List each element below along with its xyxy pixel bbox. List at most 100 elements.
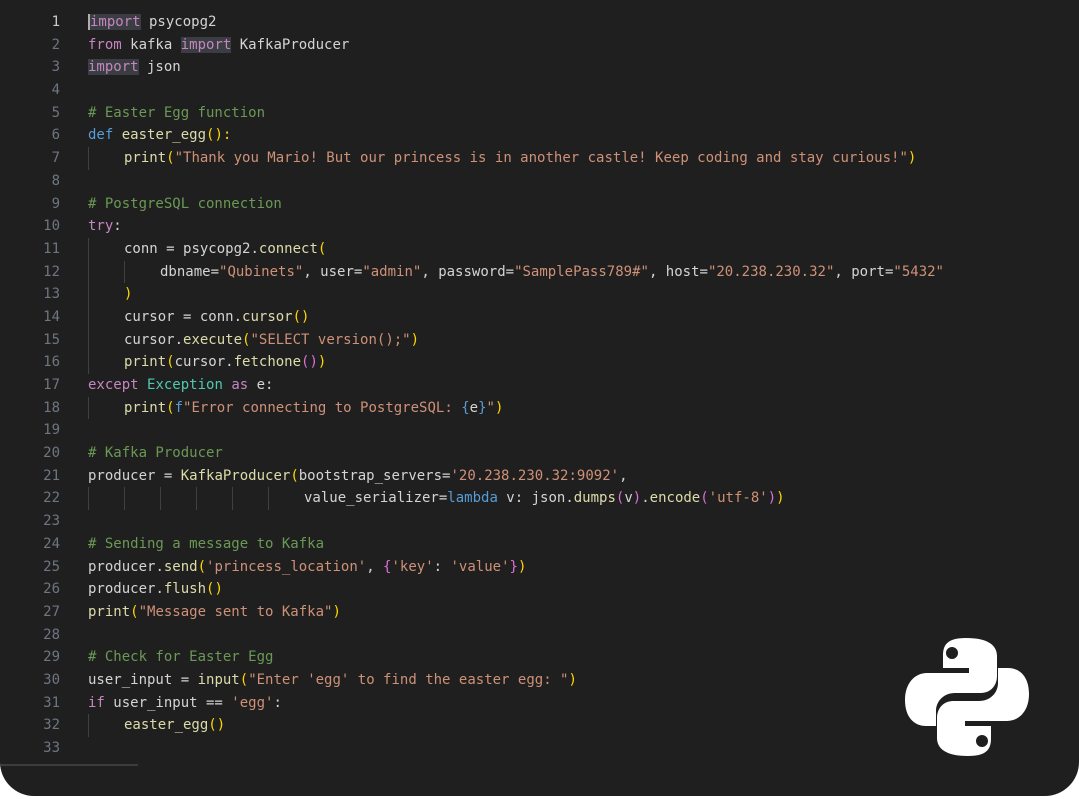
code-line[interactable]: 13) bbox=[0, 283, 1079, 306]
line-content: conn = psycopg2.connect( bbox=[124, 238, 326, 261]
code-line[interactable]: 9 # PostgreSQL connection bbox=[0, 193, 1079, 216]
code-line[interactable]: 15 cursor.execute("SELECT version();") bbox=[0, 328, 1079, 352]
code-line[interactable]: 5 # Easter Egg function bbox=[0, 102, 1079, 125]
code-token: # Check for Easter Egg bbox=[88, 649, 274, 666]
line-number: 5 bbox=[51, 104, 60, 121]
code-token: '20.238.230.32:9092' bbox=[450, 467, 620, 484]
line-number: 24 bbox=[43, 535, 60, 552]
code-token: KafkaProducer bbox=[231, 36, 350, 53]
code-token: . bbox=[225, 354, 234, 371]
code-line[interactable]: 7 print("Thank you Mario! But our princes… bbox=[0, 147, 1079, 170]
line-content: producer = KafkaProducer(bootstrap_serve… bbox=[88, 465, 628, 488]
code-editor[interactable]: 1 import psycopg2 2 from kafka import Kafka… bbox=[0, 0, 1079, 796]
code-line[interactable]: 16 print(cursor.fetchone()) bbox=[0, 351, 1079, 374]
code-line[interactable]: 12 dbname="Qubinets", user="admin", passw… bbox=[0, 260, 1079, 284]
code-token: kafka bbox=[121, 36, 181, 53]
code-token: = bbox=[157, 240, 184, 257]
indent-guide bbox=[88, 260, 89, 284]
indent-guide bbox=[88, 283, 89, 306]
code-line[interactable]: 24 # Sending a message to Kafka bbox=[0, 533, 1079, 556]
code-token: encode bbox=[649, 490, 701, 507]
code-token: user_input bbox=[88, 671, 173, 688]
code-token: () bbox=[292, 308, 310, 325]
code-token: ( bbox=[166, 399, 175, 416]
code-token: : bbox=[113, 218, 122, 235]
code-line[interactable]: 22 value_serializer=lambda v: json.dumps(… bbox=[0, 487, 1079, 511]
horizontal-scrollbar[interactable] bbox=[0, 764, 138, 766]
code-line[interactable]: 18 print(f"Error connecting to PostgreSQL… bbox=[0, 396, 1079, 420]
code-line[interactable]: 20 # Kafka Producer bbox=[0, 442, 1079, 465]
code-line[interactable]: 27 print("Message sent to Kafka") bbox=[0, 601, 1079, 624]
line-number: 7 bbox=[51, 150, 60, 167]
line-number: 8 bbox=[51, 172, 60, 189]
line-number: 11 bbox=[43, 240, 60, 257]
code-line[interactable]: 25 producer.send('princess_location', {'k… bbox=[0, 556, 1079, 579]
code-token: e: bbox=[248, 377, 274, 393]
indent-guide bbox=[160, 487, 161, 511]
code-token: # Kafka Producer bbox=[88, 445, 223, 462]
line-number: 28 bbox=[43, 626, 60, 643]
line-content: producer.flush() bbox=[88, 578, 223, 601]
code-line[interactable]: 14 cursor = conn.cursor() bbox=[0, 305, 1079, 329]
code-line[interactable]: 21 producer = KafkaProducer(bootstrap_ser… bbox=[0, 465, 1079, 488]
line-content: # Easter Egg function bbox=[88, 102, 265, 125]
code-token: ) bbox=[767, 490, 777, 507]
line-content: cursor = conn.cursor() bbox=[124, 306, 309, 329]
code-token: , bbox=[421, 263, 439, 280]
line-number: 22 bbox=[43, 490, 60, 507]
line-number: 3 bbox=[51, 59, 60, 76]
code-token: import bbox=[88, 14, 141, 30]
code-line[interactable]: 10 try: bbox=[0, 215, 1079, 238]
line-number: 32 bbox=[43, 717, 60, 734]
code-token: input bbox=[197, 671, 240, 688]
line-number: 21 bbox=[43, 467, 60, 484]
code-line[interactable]: 26 producer.flush() bbox=[0, 578, 1079, 601]
code-token: conn bbox=[124, 240, 158, 257]
indent-guide bbox=[268, 487, 269, 511]
code-token: user_input == bbox=[104, 694, 232, 711]
code-token: connect bbox=[258, 240, 318, 257]
code-line[interactable]: 8 bbox=[0, 170, 1079, 193]
code-token: . bbox=[155, 558, 164, 575]
code-token: . bbox=[233, 308, 243, 325]
indent-guide bbox=[88, 396, 89, 420]
code-line[interactable]: 2 from kafka import KafkaProducer bbox=[0, 34, 1079, 57]
indent-guide bbox=[124, 487, 125, 511]
code-line[interactable]: 4 bbox=[0, 79, 1079, 102]
code-token: port bbox=[851, 263, 885, 280]
code-line[interactable]: 11 conn = psycopg2.connect( bbox=[0, 237, 1079, 261]
line-content: import json bbox=[88, 56, 181, 79]
indent-guide bbox=[88, 237, 89, 261]
code-line[interactable]: 1 import psycopg2 bbox=[0, 11, 1079, 34]
code-token: , bbox=[303, 263, 321, 280]
line-content: # PostgreSQL connection bbox=[88, 193, 282, 216]
code-token: ( bbox=[166, 354, 175, 371]
line-number: 13 bbox=[43, 286, 60, 303]
code-token: flush bbox=[163, 581, 207, 598]
code-token: 'key' bbox=[391, 558, 434, 575]
code-token: lambda bbox=[447, 490, 498, 507]
code-line[interactable]: 6 def easter_egg(): bbox=[0, 124, 1079, 147]
code-token: } bbox=[478, 399, 487, 416]
code-line[interactable]: 17 except Exception as e: bbox=[0, 374, 1079, 397]
code-token: ) bbox=[410, 331, 420, 348]
line-number: 9 bbox=[51, 195, 60, 212]
code-token: ( bbox=[700, 490, 709, 507]
code-token: ) bbox=[632, 490, 642, 507]
code-line[interactable]: 3 import json bbox=[0, 56, 1079, 79]
line-content: value_serializer=lambda v: json.dumps(v)… bbox=[304, 487, 785, 510]
code-token: = bbox=[155, 467, 181, 484]
code-line[interactable]: 23 bbox=[0, 510, 1079, 533]
indent-guide bbox=[88, 351, 89, 374]
code-token: , bbox=[834, 263, 852, 280]
code-token: password bbox=[438, 263, 506, 280]
code-token: "Message sent to Kafka" bbox=[138, 603, 333, 620]
code-token: import bbox=[88, 59, 139, 76]
code-token: " bbox=[486, 399, 495, 416]
line-number: 17 bbox=[43, 377, 60, 393]
code-token: easter_egg bbox=[124, 717, 209, 734]
editor-window: 1 import psycopg2 2 from kafka import Kafka… bbox=[0, 0, 1079, 799]
code-line[interactable]: 19 bbox=[0, 419, 1079, 442]
code-token: () bbox=[301, 354, 318, 371]
code-token: json bbox=[138, 59, 181, 76]
